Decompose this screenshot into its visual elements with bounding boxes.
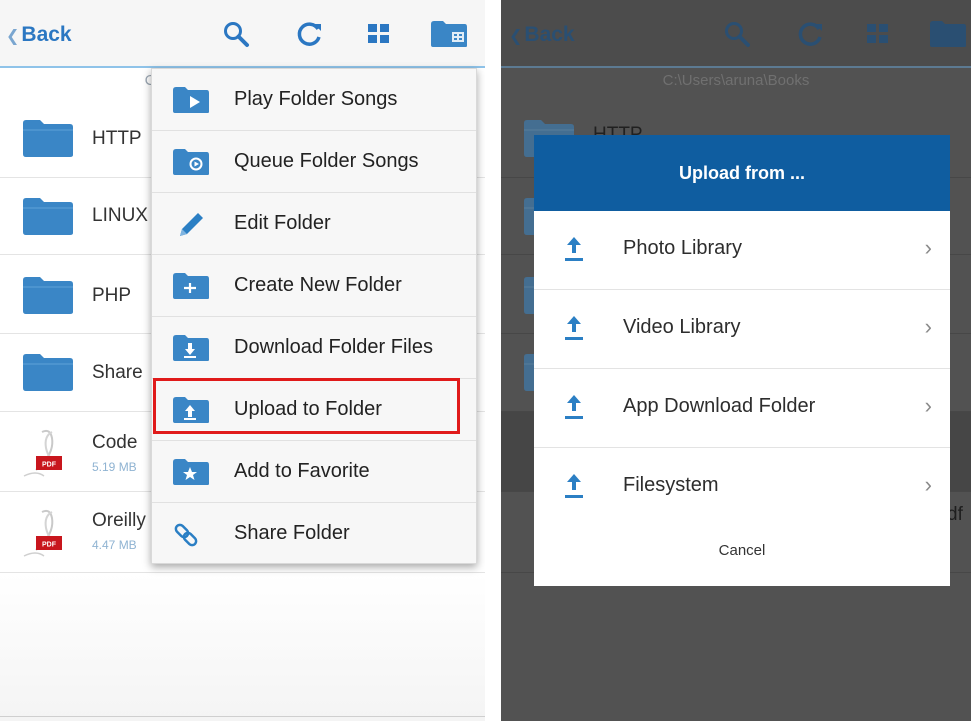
file-name: LINUX — [92, 205, 148, 226]
option-label: Video Library — [623, 316, 741, 338]
refresh-icon[interactable] — [294, 20, 324, 48]
left-screen: ❮Back C HTTP LINUX PHP Share Code 5.19 M… — [0, 0, 485, 721]
file-size: 5.19 MB — [92, 460, 137, 474]
menu-item-label: Queue Folder Songs — [234, 150, 419, 172]
bottom-divider — [0, 716, 485, 717]
current-path: C:\Users\aruna\Books — [662, 72, 810, 89]
pencil-icon — [180, 213, 203, 236]
folder-icon — [22, 352, 74, 392]
folder-menu-icon — [930, 21, 966, 47]
menu-item-add-to-favorite[interactable]: Add to Favorite — [152, 441, 476, 503]
chevron-right-icon: › — [924, 472, 932, 497]
refresh-icon — [798, 22, 822, 46]
upload-folder-icon — [172, 396, 210, 424]
pdf-file-icon — [22, 506, 72, 558]
file-name: HTTP — [92, 128, 142, 149]
download-folder-icon — [172, 334, 210, 362]
folder-icon — [22, 118, 74, 158]
pdf-file-icon — [22, 426, 72, 478]
chevron-right-icon: › — [924, 235, 932, 260]
upload-icon — [564, 472, 584, 500]
menu-item-share-folder[interactable]: Share Folder — [152, 503, 476, 564]
menu-item-label: Add to Favorite — [234, 460, 370, 482]
link-icon — [174, 523, 198, 547]
queue-folder-icon — [172, 148, 210, 176]
menu-item-label: Download Folder Files — [234, 336, 433, 358]
file-name: Code — [92, 432, 138, 453]
option-label: Filesystem — [623, 474, 719, 496]
right-screen: ❮Back C:\Users\aruna\Books HTTP — [501, 0, 971, 721]
menu-item-create-new-folder[interactable]: Create New Folder — [152, 255, 476, 317]
back-button[interactable]: ❮Back — [6, 23, 72, 47]
upload-option-video-library[interactable]: Video Library › — [534, 290, 950, 369]
back-label: Back — [524, 23, 575, 46]
menu-item-label: Upload to Folder — [234, 398, 382, 420]
folder-icon — [22, 196, 74, 236]
top-bar: ❮Back — [501, 0, 971, 68]
menu-item-play-folder-songs[interactable]: Play Folder Songs — [152, 69, 476, 131]
chevron-left-icon: ❮ — [509, 28, 523, 45]
menu-item-label: Share Folder — [234, 522, 350, 544]
upload-icon — [564, 393, 584, 421]
upload-from-dialog: Upload from ... Photo Library › Video Li… — [534, 135, 950, 586]
menu-item-edit-folder[interactable]: Edit Folder — [152, 193, 476, 255]
upload-icon — [564, 314, 584, 342]
chevron-left-icon: ❮ — [6, 28, 20, 45]
chevron-right-icon: › — [924, 393, 932, 418]
menu-item-label: Edit Folder — [234, 212, 331, 234]
menu-item-upload-to-folder[interactable]: Upload to Folder — [152, 379, 476, 441]
favorite-folder-icon — [172, 458, 210, 486]
folder-menu-icon[interactable] — [430, 20, 468, 48]
file-size: 4.47 MB — [92, 538, 137, 552]
new-folder-icon — [172, 272, 210, 300]
option-label: App Download Folder — [623, 395, 816, 417]
grid-view-icon — [867, 24, 888, 43]
menu-item-queue-folder-songs[interactable]: Queue Folder Songs — [152, 131, 476, 193]
option-label: Photo Library — [623, 237, 742, 259]
chevron-right-icon: › — [924, 314, 932, 339]
empty-area — [0, 573, 485, 721]
back-button[interactable]: ❮Back — [509, 23, 575, 47]
dialog-title: Upload from ... — [534, 135, 950, 211]
folder-icon — [22, 275, 74, 315]
screen-divider — [485, 0, 501, 721]
menu-item-label: Play Folder Songs — [234, 88, 398, 110]
folder-context-menu: Play Folder Songs Queue Folder Songs Edi… — [151, 68, 477, 564]
file-name: PHP — [92, 285, 132, 306]
upload-icon — [564, 235, 584, 263]
menu-item-label: Create New Folder — [234, 274, 402, 296]
upload-option-filesystem[interactable]: Filesystem › — [534, 448, 950, 526]
grid-view-icon[interactable] — [364, 20, 394, 48]
cancel-button[interactable]: Cancel — [534, 531, 950, 571]
search-icon — [725, 22, 750, 47]
file-name: Oreilly — [92, 510, 146, 531]
play-folder-icon — [172, 86, 210, 114]
menu-item-download-folder-files[interactable]: Download Folder Files — [152, 317, 476, 379]
upload-option-photo-library[interactable]: Photo Library › — [534, 211, 950, 290]
upload-option-app-download-folder[interactable]: App Download Folder › — [534, 369, 950, 448]
top-bar: ❮Back — [0, 0, 485, 68]
search-icon[interactable] — [222, 20, 252, 48]
back-label: Back — [21, 23, 72, 46]
file-name: Share — [92, 362, 143, 383]
